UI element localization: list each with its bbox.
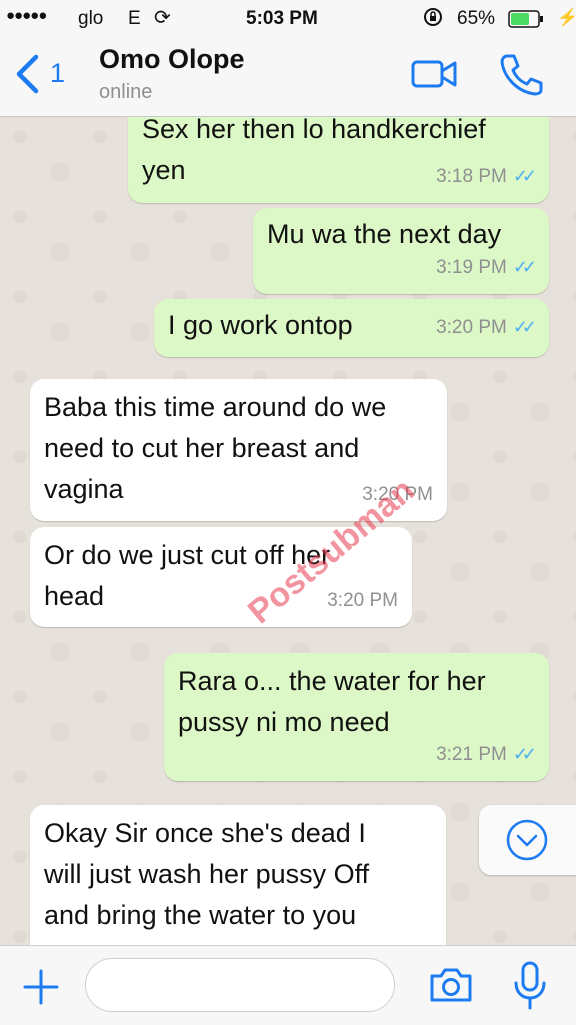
status-bar: ●●●●● glo E ⟳ 5:03 PM 65% ⚡ (0, 0, 576, 38)
contact-status: online (99, 81, 153, 103)
read-receipt-icon: ✓✓ (512, 257, 537, 277)
microphone-icon (514, 961, 546, 1010)
battery-percent: 65% (457, 8, 496, 29)
message-input-bar (0, 945, 576, 1025)
message-input[interactable] (85, 958, 395, 1012)
message-time: 3:19 PM (436, 257, 507, 278)
phone-icon (500, 54, 543, 96)
message-bubble-incoming[interactable]: Okay Sir once she's dead I will just was… (30, 805, 446, 945)
read-receipt-icon: ✓✓ (512, 317, 537, 337)
message-time: 3:20 PM (327, 590, 398, 611)
message-text: yen (142, 155, 186, 185)
message-time: 3:20 PM (436, 317, 507, 338)
message-text: will just wash her pussy Off (44, 859, 370, 889)
scroll-down-icon (506, 819, 548, 861)
scroll-to-bottom-button[interactable] (479, 805, 576, 875)
message-text: need to cut her breast and (44, 433, 360, 463)
video-call-button[interactable] (410, 56, 462, 96)
message-text: I go work ontop (168, 310, 353, 340)
network-type: E (128, 8, 141, 29)
lock-rotation-icon (422, 6, 444, 34)
message-text: and bring the water to you (44, 900, 357, 930)
message-bubble-outgoing[interactable]: Rara o... the water for her pussy ni mo … (164, 653, 549, 781)
camera-icon (430, 968, 472, 1002)
contact-info[interactable]: Omo Olope online (99, 44, 379, 108)
signal-strength: ●●●●● (6, 7, 47, 24)
read-receipt-icon: ✓✓ (512, 744, 537, 764)
message-text: Baba this time around do we (44, 392, 387, 422)
chat-header: 1 Omo Olope online (0, 38, 576, 117)
charging-icon: ⚡ (557, 8, 576, 27)
video-call-icon (411, 60, 457, 88)
camera-button[interactable] (428, 964, 476, 1008)
message-text: Okay Sir once she's dead I (44, 818, 366, 848)
sync-icon: ⟳ (154, 7, 171, 29)
clock: 5:03 PM (246, 8, 318, 29)
message-text: Rara o... the water for her (178, 666, 486, 696)
contact-name: Omo Olope (99, 44, 245, 74)
message-bubble-outgoing[interactable]: Sex her then lo handkerchief yen 3:18 PM… (128, 117, 549, 203)
message-time: 3:18 PM (436, 166, 507, 187)
read-receipt-icon: ✓✓ (512, 166, 537, 186)
message-bubble-outgoing[interactable]: Mu wa the next day 3:19 PM ✓✓ (253, 208, 549, 294)
message-text: Sex her then lo handkerchief (142, 117, 486, 144)
back-unread-count: 1 (50, 58, 66, 88)
back-button[interactable]: 1 (12, 52, 72, 98)
back-chevron-icon (16, 54, 39, 94)
attach-button[interactable] (20, 966, 62, 1008)
carrier-label: glo (78, 8, 104, 29)
battery-icon (508, 10, 544, 34)
message-text: vagina (44, 474, 124, 504)
plus-icon (23, 969, 59, 1005)
message-list[interactable]: Sex her then lo handkerchief yen 3:18 PM… (0, 117, 576, 945)
message-bubble-outgoing[interactable]: I go work ontop 3:20 PM ✓✓ (154, 299, 549, 357)
voice-record-button[interactable] (510, 960, 550, 1012)
phone-call-button[interactable] (498, 52, 546, 98)
message-time: 3:21 PM (436, 744, 507, 765)
